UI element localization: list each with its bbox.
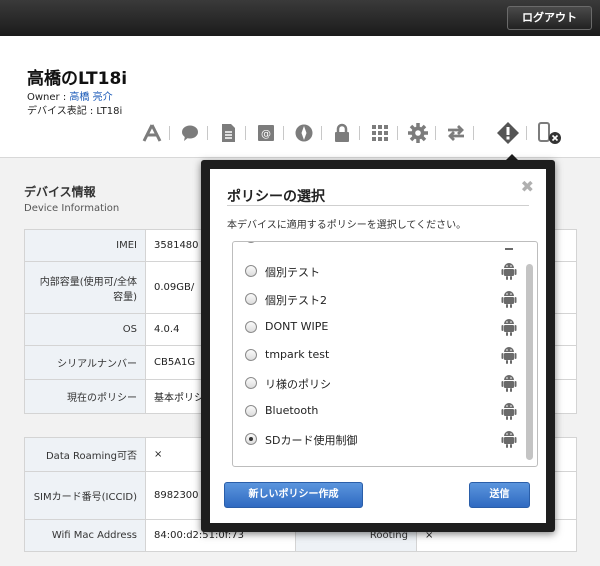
policy-name: リ様のポリシ bbox=[265, 378, 331, 391]
document-icon[interactable] bbox=[214, 120, 242, 146]
toolbar-divider bbox=[435, 126, 436, 140]
android-icon bbox=[501, 242, 517, 250]
policy-radio[interactable] bbox=[245, 433, 257, 445]
device-label: デバイス表記 : LT18i bbox=[27, 106, 123, 117]
toolbar-divider bbox=[283, 126, 284, 140]
android-icon bbox=[501, 430, 517, 448]
grid-icon[interactable] bbox=[366, 120, 394, 146]
list-item[interactable]: Bluetooth bbox=[233, 398, 523, 426]
row-label: IMEI bbox=[24, 229, 146, 262]
policy-name: 個別テスト bbox=[265, 266, 320, 279]
gear-icon[interactable] bbox=[404, 120, 432, 146]
device-remove-icon[interactable] bbox=[536, 120, 564, 146]
policy-radio[interactable] bbox=[245, 349, 257, 361]
policy-radio[interactable] bbox=[245, 293, 257, 305]
policy-name: 個別テスト2 bbox=[265, 294, 327, 307]
apps-icon[interactable] bbox=[138, 120, 166, 146]
logout-button[interactable]: ログアウト bbox=[507, 6, 592, 30]
policy-warning-icon[interactable] bbox=[494, 120, 522, 146]
policy-name: tmpark test bbox=[265, 348, 330, 361]
policy-radio[interactable] bbox=[245, 377, 257, 389]
toolbar-divider bbox=[397, 126, 398, 140]
close-icon[interactable]: ✖ bbox=[521, 177, 534, 196]
modal-divider bbox=[227, 205, 529, 206]
android-icon bbox=[501, 290, 517, 308]
row-label: Data Roaming可否 bbox=[24, 437, 146, 472]
list-item[interactable]: SDカード使用制御 bbox=[233, 426, 523, 454]
policy-name: SDカード使用制御 bbox=[265, 434, 358, 447]
toolbar-divider bbox=[359, 126, 360, 140]
top-bar: ログアウト bbox=[0, 0, 600, 36]
svg-text:@: @ bbox=[261, 129, 271, 140]
device-title: 高橋のLT18i bbox=[27, 69, 128, 89]
list-item[interactable]: 個別テスト2 bbox=[233, 286, 523, 314]
new-policy-button[interactable]: 新しいポリシー作成 bbox=[224, 482, 363, 508]
mail-icon[interactable]: @ bbox=[252, 120, 280, 146]
row-label: シリアルナンバー bbox=[24, 345, 146, 380]
policy-name: Bluetooth bbox=[265, 404, 319, 417]
toolbar-divider bbox=[526, 126, 527, 140]
row-label: OS bbox=[24, 313, 146, 346]
android-icon bbox=[501, 262, 517, 280]
row-label: SIMカード番号(ICCID) bbox=[24, 471, 146, 520]
row-label: Wifi Mac Address bbox=[24, 519, 146, 552]
list-item[interactable]: tmpark test bbox=[233, 342, 523, 370]
list-item[interactable]: リ様のポリシ bbox=[233, 370, 523, 398]
list-item[interactable]: DONT WIPE bbox=[233, 314, 523, 342]
device-info-subtitle: Device Information bbox=[24, 203, 120, 214]
toolbar-divider bbox=[245, 126, 246, 140]
policy-radio[interactable] bbox=[245, 321, 257, 333]
modal-title: ポリシーの選択 bbox=[227, 189, 325, 205]
compass-icon[interactable] bbox=[290, 120, 318, 146]
toolbar-divider bbox=[473, 126, 474, 140]
send-button[interactable]: 送信 bbox=[469, 482, 530, 508]
android-icon bbox=[501, 402, 517, 420]
policy-name: DONT WIPE bbox=[265, 320, 329, 333]
transfer-icon[interactable] bbox=[442, 120, 470, 146]
list-item[interactable] bbox=[233, 242, 523, 252]
android-icon bbox=[501, 318, 517, 336]
owner-line: Owner : 高橋 亮介 bbox=[27, 88, 113, 103]
device-info-title: デバイス情報 bbox=[24, 185, 96, 199]
lock-icon[interactable] bbox=[328, 120, 356, 146]
toolbar-divider bbox=[169, 126, 170, 140]
chat-icon[interactable] bbox=[176, 120, 204, 146]
policy-list[interactable]: 個別テスト 個別テスト2 DONT WIPE tmpark test リ様のポリ… bbox=[232, 241, 538, 467]
toolbar-divider bbox=[321, 126, 322, 140]
toolbar-divider bbox=[207, 126, 208, 140]
modal-description: 本デバイスに適用するポリシーを選択してください。 bbox=[227, 220, 467, 231]
android-icon bbox=[501, 374, 517, 392]
device-toolbar: @ bbox=[138, 120, 578, 162]
policy-modal: ポリシーの選択 ✖ 本デバイスに適用するポリシーを選択してください。 個別テスト… bbox=[201, 160, 555, 532]
policy-modal-body: ポリシーの選択 ✖ 本デバイスに適用するポリシーを選択してください。 個別テスト… bbox=[210, 169, 546, 523]
row-label: 現在のポリシー bbox=[24, 379, 146, 414]
list-item[interactable]: 個別テスト bbox=[233, 258, 523, 286]
policy-list-scrollbar[interactable] bbox=[526, 264, 533, 460]
device-header: 高橋のLT18i Owner : 高橋 亮介 デバイス表記 : LT18i @ bbox=[0, 36, 600, 162]
policy-radio[interactable] bbox=[245, 242, 257, 243]
policy-radio[interactable] bbox=[245, 265, 257, 277]
row-label: 内部容量(使用可/全体容量) bbox=[24, 261, 146, 314]
policy-radio[interactable] bbox=[245, 405, 257, 417]
android-icon bbox=[501, 346, 517, 364]
